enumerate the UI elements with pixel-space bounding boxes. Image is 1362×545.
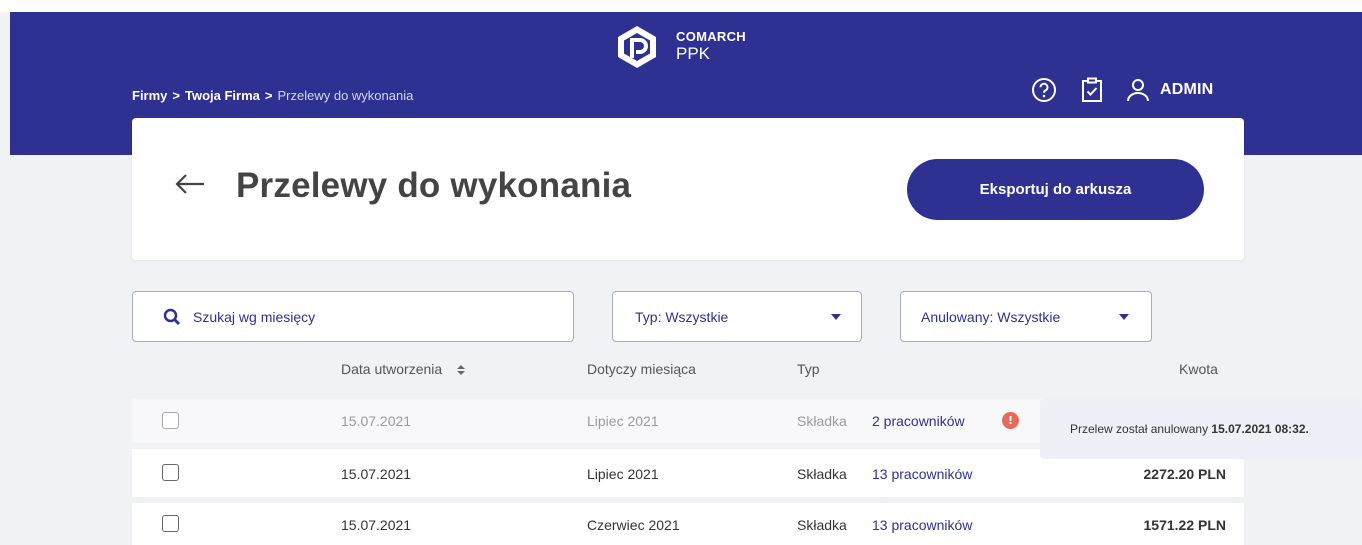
breadcrumb-twoja-firma[interactable]: Twoja Firma (185, 88, 260, 103)
breadcrumb-current: Przelewy do wykonania (277, 88, 414, 103)
user-name[interactable]: ADMIN (1160, 81, 1213, 99)
sort-icon[interactable] (456, 364, 466, 376)
comarch-logo-icon (618, 26, 656, 68)
column-header-date-label: Data utworzenia (341, 361, 443, 377)
page-title: Przelewy do wykonania (236, 166, 632, 205)
logo-product: PPK (676, 44, 711, 63)
cancelled-tooltip: Przelew został anulowany 15.07.2021 08:3… (1040, 399, 1362, 459)
row-checkbox[interactable] (162, 412, 179, 429)
breadcrumb-separator: > (264, 88, 273, 103)
user-icon[interactable] (1124, 76, 1152, 104)
search-icon (163, 308, 180, 325)
header-actions: ADMIN (1030, 76, 1213, 104)
type-filter-value: Typ: Wszystkie (635, 308, 729, 325)
cell-month: Lipiec 2021 (587, 466, 659, 482)
export-to-sheet-button[interactable]: Eksportuj do arkusza (907, 159, 1204, 220)
cell-amount: 2272.20 PLN (1143, 466, 1227, 482)
type-filter-select[interactable]: Typ: Wszystkie (612, 291, 862, 342)
page-header-card: Przelewy do wykonania Eksportuj do arkus… (132, 118, 1244, 260)
row-checkbox[interactable] (162, 464, 179, 481)
column-header-amount: Kwota (1179, 361, 1218, 377)
cell-date: 15.07.2021 (341, 466, 412, 482)
column-header-date[interactable]: Data utworzenia (341, 361, 466, 377)
chevron-down-icon (1119, 314, 1129, 320)
search-input[interactable] (193, 308, 553, 325)
employees-link[interactable]: 2 pracowników (872, 413, 965, 429)
cell-type: Składka (797, 466, 847, 482)
tooltip-text: Przelew został anulowany (1070, 422, 1209, 436)
comarch-ppk-logo[interactable]: COMARCH PPK (614, 24, 746, 70)
cancelled-filter-value: Anulowany: Wszystkie (921, 308, 1061, 325)
table-row[interactable]: 15.07.2021 Czerwiec 2021 Składka 13 prac… (132, 503, 1244, 545)
search-box[interactable] (132, 291, 574, 342)
breadcrumb: Firmy > Twoja Firma > Przelewy do wykona… (132, 88, 413, 103)
row-checkbox[interactable] (162, 515, 179, 532)
chevron-down-icon (831, 314, 841, 320)
logo-brand: COMARCH (676, 29, 746, 44)
cancelled-filter-select[interactable]: Anulowany: Wszystkie (900, 291, 1152, 342)
employees-link[interactable]: 13 pracowników (872, 517, 972, 533)
clipboard-check-icon[interactable] (1078, 76, 1106, 104)
logo-text: COMARCH PPK (676, 30, 746, 62)
alert-info-icon[interactable]: ! (1002, 412, 1019, 429)
cell-type: Składka (797, 413, 847, 429)
cell-month: Lipiec 2021 (587, 413, 659, 429)
cell-month: Czerwiec 2021 (587, 517, 680, 533)
column-header-month: Dotyczy miesiąca (587, 361, 696, 377)
cell-date: 15.07.2021 (341, 517, 412, 533)
breadcrumb-separator: > (172, 88, 180, 103)
back-arrow-icon[interactable] (174, 173, 206, 200)
help-circle-icon[interactable] (1030, 76, 1058, 104)
top-strip (0, 0, 1362, 12)
employees-link[interactable]: 13 pracowników (872, 466, 972, 482)
breadcrumb-firmy[interactable]: Firmy (132, 88, 167, 103)
column-header-type: Typ (797, 361, 820, 377)
cell-date: 15.07.2021 (341, 413, 412, 429)
cell-amount: 1571.22 PLN (1143, 517, 1227, 533)
tooltip-datetime: 15.07.2021 08:32. (1211, 422, 1309, 436)
cell-type: Składka (797, 517, 847, 533)
